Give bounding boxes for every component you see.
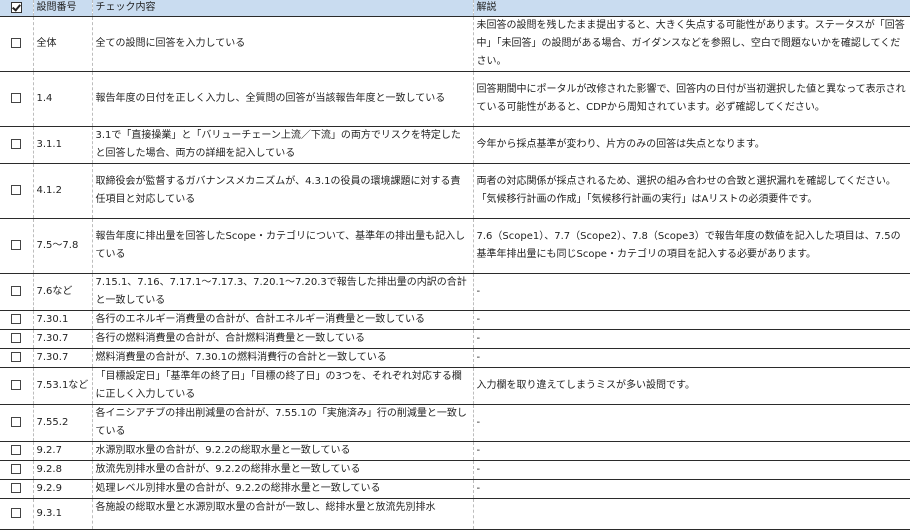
table-row: 9.2.8 放流先別排水量の合計が、9.2.2の総排水量と一致している - bbox=[0, 460, 910, 480]
checkbox-checked-icon[interactable] bbox=[10, 1, 22, 13]
checkbox-icon[interactable] bbox=[11, 38, 22, 48]
question-number: 7.53.1など bbox=[33, 367, 93, 405]
explanation bbox=[473, 498, 910, 530]
check-content: 水源別取水量の合計が、9.2.2の総取水量と一致している bbox=[92, 441, 474, 461]
explanation: 両者の対応関係が採点されるため、選択の組み合わせの合致と選択漏れを確認してくださ… bbox=[473, 163, 910, 219]
checkbox-icon[interactable] bbox=[11, 240, 22, 250]
row-checkbox[interactable] bbox=[0, 441, 34, 461]
row-checkbox[interactable] bbox=[0, 218, 34, 274]
check-content: 7.15.1、7.16、7.17.1～7.17.3、7.20.1～7.20.3で… bbox=[92, 273, 474, 311]
table-row: 7.30.1 各行のエネルギー消費量の合計が、合計エネルギー消費量と一致している… bbox=[0, 310, 910, 330]
question-number: 7.6など bbox=[33, 273, 93, 311]
row-checkbox[interactable] bbox=[0, 273, 34, 311]
table-row: 1.4 報告年度の日付を正しく入力し、全質問の回答が当該報告年度と一致している … bbox=[0, 71, 910, 127]
row-checkbox[interactable] bbox=[0, 310, 34, 330]
question-number: 9.2.8 bbox=[33, 460, 93, 480]
row-checkbox[interactable] bbox=[0, 498, 34, 530]
checkbox-icon[interactable] bbox=[11, 380, 22, 390]
check-content: 各施設の総取水量と水源別取水量の合計が一致し、総排水量と放流先別排水 bbox=[92, 498, 474, 530]
table-row: 全体 全ての設問に回答を入力している 未回答の設問を残したまま提出すると、大きく… bbox=[0, 16, 910, 72]
check-content: 報告年度に排出量を回答したScope・カテゴリについて、基準年の排出量も記入して… bbox=[92, 218, 474, 274]
table-row: 9.2.9 処理レベル別排水量の合計が、9.2.2の総排水量と一致している - bbox=[0, 479, 910, 499]
explanation: 今年から採点基準が変わり、片方のみの回答は失点となります。 bbox=[473, 126, 910, 164]
check-content: 報告年度の日付を正しく入力し、全質問の回答が当該報告年度と一致している bbox=[92, 71, 474, 127]
explanation: 入力欄を取り違えてしまうミスが多い設問です。 bbox=[473, 367, 910, 405]
checkbox-icon[interactable] bbox=[11, 483, 22, 493]
checkbox-icon[interactable] bbox=[11, 139, 22, 149]
check-content: 各行のエネルギー消費量の合計が、合計エネルギー消費量と一致している bbox=[92, 310, 474, 330]
table-row: 7.30.7 各行の燃料消費量の合計が、合計燃料消費量と一致している - bbox=[0, 329, 910, 349]
row-checkbox[interactable] bbox=[0, 367, 34, 405]
checkbox-icon[interactable] bbox=[11, 314, 22, 324]
check-content: 3.1で「直接操業」と「バリューチェーン上流／下流」の両方でリスクを特定したと回… bbox=[92, 126, 474, 164]
explanation: - bbox=[473, 404, 910, 442]
check-content: 燃料消費量の合計が、7.30.1の燃料消費行の合計と一致している bbox=[92, 348, 474, 368]
row-checkbox[interactable] bbox=[0, 16, 34, 72]
table-row: 9.3.1 各施設の総取水量と水源別取水量の合計が一致し、総排水量と放流先別排水 bbox=[0, 498, 910, 530]
explanation: - bbox=[473, 441, 910, 461]
question-number: 全体 bbox=[33, 16, 93, 72]
table-row: 7.5～7.8 報告年度に排出量を回答したScope・カテゴリについて、基準年の… bbox=[0, 218, 910, 274]
row-checkbox[interactable] bbox=[0, 348, 34, 368]
question-number: 7.55.2 bbox=[33, 404, 93, 442]
checkbox-icon[interactable] bbox=[11, 286, 22, 296]
explanation: - bbox=[473, 273, 910, 311]
header-number: 設問番号 bbox=[33, 0, 93, 17]
question-number: 3.1.1 bbox=[33, 126, 93, 164]
header-content: チェック内容 bbox=[92, 0, 474, 17]
check-content: 処理レベル別排水量の合計が、9.2.2の総排水量と一致している bbox=[92, 479, 474, 499]
checkbox-icon[interactable] bbox=[11, 333, 22, 343]
table-row: 7.55.2 各イニシアチブの排出削減量の合計が、7.55.1の「実施済み」行の… bbox=[0, 404, 910, 442]
checkbox-icon[interactable] bbox=[11, 352, 22, 362]
checkbox-icon[interactable] bbox=[11, 417, 22, 427]
check-content: 各行の燃料消費量の合計が、合計燃料消費量と一致している bbox=[92, 329, 474, 349]
check-content: 全ての設問に回答を入力している bbox=[92, 16, 474, 72]
checkbox-icon[interactable] bbox=[11, 445, 22, 455]
question-number: 9.3.1 bbox=[33, 498, 93, 530]
check-content: 各イニシアチブの排出削減量の合計が、7.55.1の「実施済み」行の削減量と一致し… bbox=[92, 404, 474, 442]
question-number: 9.2.7 bbox=[33, 441, 93, 461]
header-explanation: 解説 bbox=[473, 0, 910, 17]
explanation: 7.6（Scope1）、7.7（Scope2）、7.8（Scope3）で報告年度… bbox=[473, 218, 910, 274]
checkbox-icon[interactable] bbox=[11, 93, 22, 103]
explanation: - bbox=[473, 348, 910, 368]
row-checkbox[interactable] bbox=[0, 479, 34, 499]
explanation: - bbox=[473, 310, 910, 330]
row-checkbox[interactable] bbox=[0, 404, 34, 442]
row-checkbox[interactable] bbox=[0, 460, 34, 480]
table-row: 3.1.1 3.1で「直接操業」と「バリューチェーン上流／下流」の両方でリスクを… bbox=[0, 126, 910, 164]
header-row: 設問番号 チェック内容 解説 bbox=[0, 0, 910, 17]
table-row: 7.6など 7.15.1、7.16、7.17.1～7.17.3、7.20.1～7… bbox=[0, 273, 910, 311]
checkbox-icon[interactable] bbox=[11, 185, 22, 195]
checkbox-icon[interactable] bbox=[11, 508, 22, 518]
row-checkbox[interactable] bbox=[0, 126, 34, 164]
explanation: - bbox=[473, 329, 910, 349]
question-number: 4.1.2 bbox=[33, 163, 93, 219]
question-number: 9.2.9 bbox=[33, 479, 93, 499]
row-checkbox[interactable] bbox=[0, 329, 34, 349]
explanation: 未回答の設問を残したまま提出すると、大きく失点する可能性があります。ステータスが… bbox=[473, 16, 910, 72]
row-checkbox[interactable] bbox=[0, 71, 34, 127]
question-number: 7.30.7 bbox=[33, 329, 93, 349]
header-check-all[interactable] bbox=[0, 0, 34, 17]
table-row: 7.30.7 燃料消費量の合計が、7.30.1の燃料消費行の合計と一致している … bbox=[0, 348, 910, 368]
check-content: 放流先別排水量の合計が、9.2.2の総排水量と一致している bbox=[92, 460, 474, 480]
check-content: 取締役会が監督するガバナンスメカニズムが、4.3.1の役員の環境課題に対する責任… bbox=[92, 163, 474, 219]
question-number: 7.5～7.8 bbox=[33, 218, 93, 274]
explanation: - bbox=[473, 460, 910, 480]
table-row: 9.2.7 水源別取水量の合計が、9.2.2の総取水量と一致している - bbox=[0, 441, 910, 461]
checklist-table: 設問番号 チェック内容 解説 全体 全ての設問に回答を入力している 未回答の設問… bbox=[0, 0, 910, 530]
checkbox-icon[interactable] bbox=[11, 464, 22, 474]
explanation: - bbox=[473, 479, 910, 499]
question-number: 1.4 bbox=[33, 71, 93, 127]
explanation: 回答期間中にポータルが改修された影響で、回答内の日付が当初選択した値と異なって表… bbox=[473, 71, 910, 127]
check-content: 「目標設定日」「基準年の終了日」「目標の終了日」の3つを、それぞれ対応する欄に正… bbox=[92, 367, 474, 405]
question-number: 7.30.1 bbox=[33, 310, 93, 330]
question-number: 7.30.7 bbox=[33, 348, 93, 368]
row-checkbox[interactable] bbox=[0, 163, 34, 219]
table-row: 7.53.1など 「目標設定日」「基準年の終了日」「目標の終了日」の3つを、それ… bbox=[0, 367, 910, 405]
table-row: 4.1.2 取締役会が監督するガバナンスメカニズムが、4.3.1の役員の環境課題… bbox=[0, 163, 910, 219]
